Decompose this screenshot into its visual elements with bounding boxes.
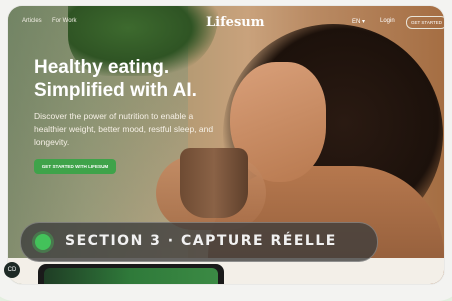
logo[interactable]: Lifesum (206, 15, 264, 30)
nav-link-for-work[interactable]: For Work (52, 18, 77, 24)
chat-widget-icon[interactable]: CD (4, 262, 20, 278)
language-code: EN (352, 19, 361, 25)
status-dot-icon (35, 234, 51, 250)
phone-mockup (38, 264, 224, 284)
hero-title: Healthy eating. Simplified with AI. (34, 56, 244, 102)
hero-subtitle: Discover the power of nutrition to enabl… (34, 111, 214, 147)
hero-photo-mug (180, 148, 248, 218)
login-link[interactable]: Login (380, 18, 395, 24)
section-label-text: SECTION 3 · CAPTURE RÉELLE (65, 233, 337, 249)
section-label-badge: SECTION 3 · CAPTURE RÉELLE (20, 222, 378, 262)
language-selector[interactable]: EN ▾ (352, 18, 365, 25)
get-started-button[interactable]: GET STARTED WITH LIFESUM (34, 159, 116, 174)
get-started-button-top[interactable]: GET STARTED (406, 16, 444, 29)
phone-screen (44, 268, 218, 284)
hero-title-line-2: Simplified with AI. (34, 80, 197, 101)
chevron-down-icon: ▾ (362, 19, 366, 25)
top-nav: Articles For Work Lifesum EN ▾ Login GET… (8, 6, 444, 36)
nav-link-articles[interactable]: Articles (22, 18, 42, 24)
hero-title-line-1: Healthy eating. (34, 57, 170, 78)
